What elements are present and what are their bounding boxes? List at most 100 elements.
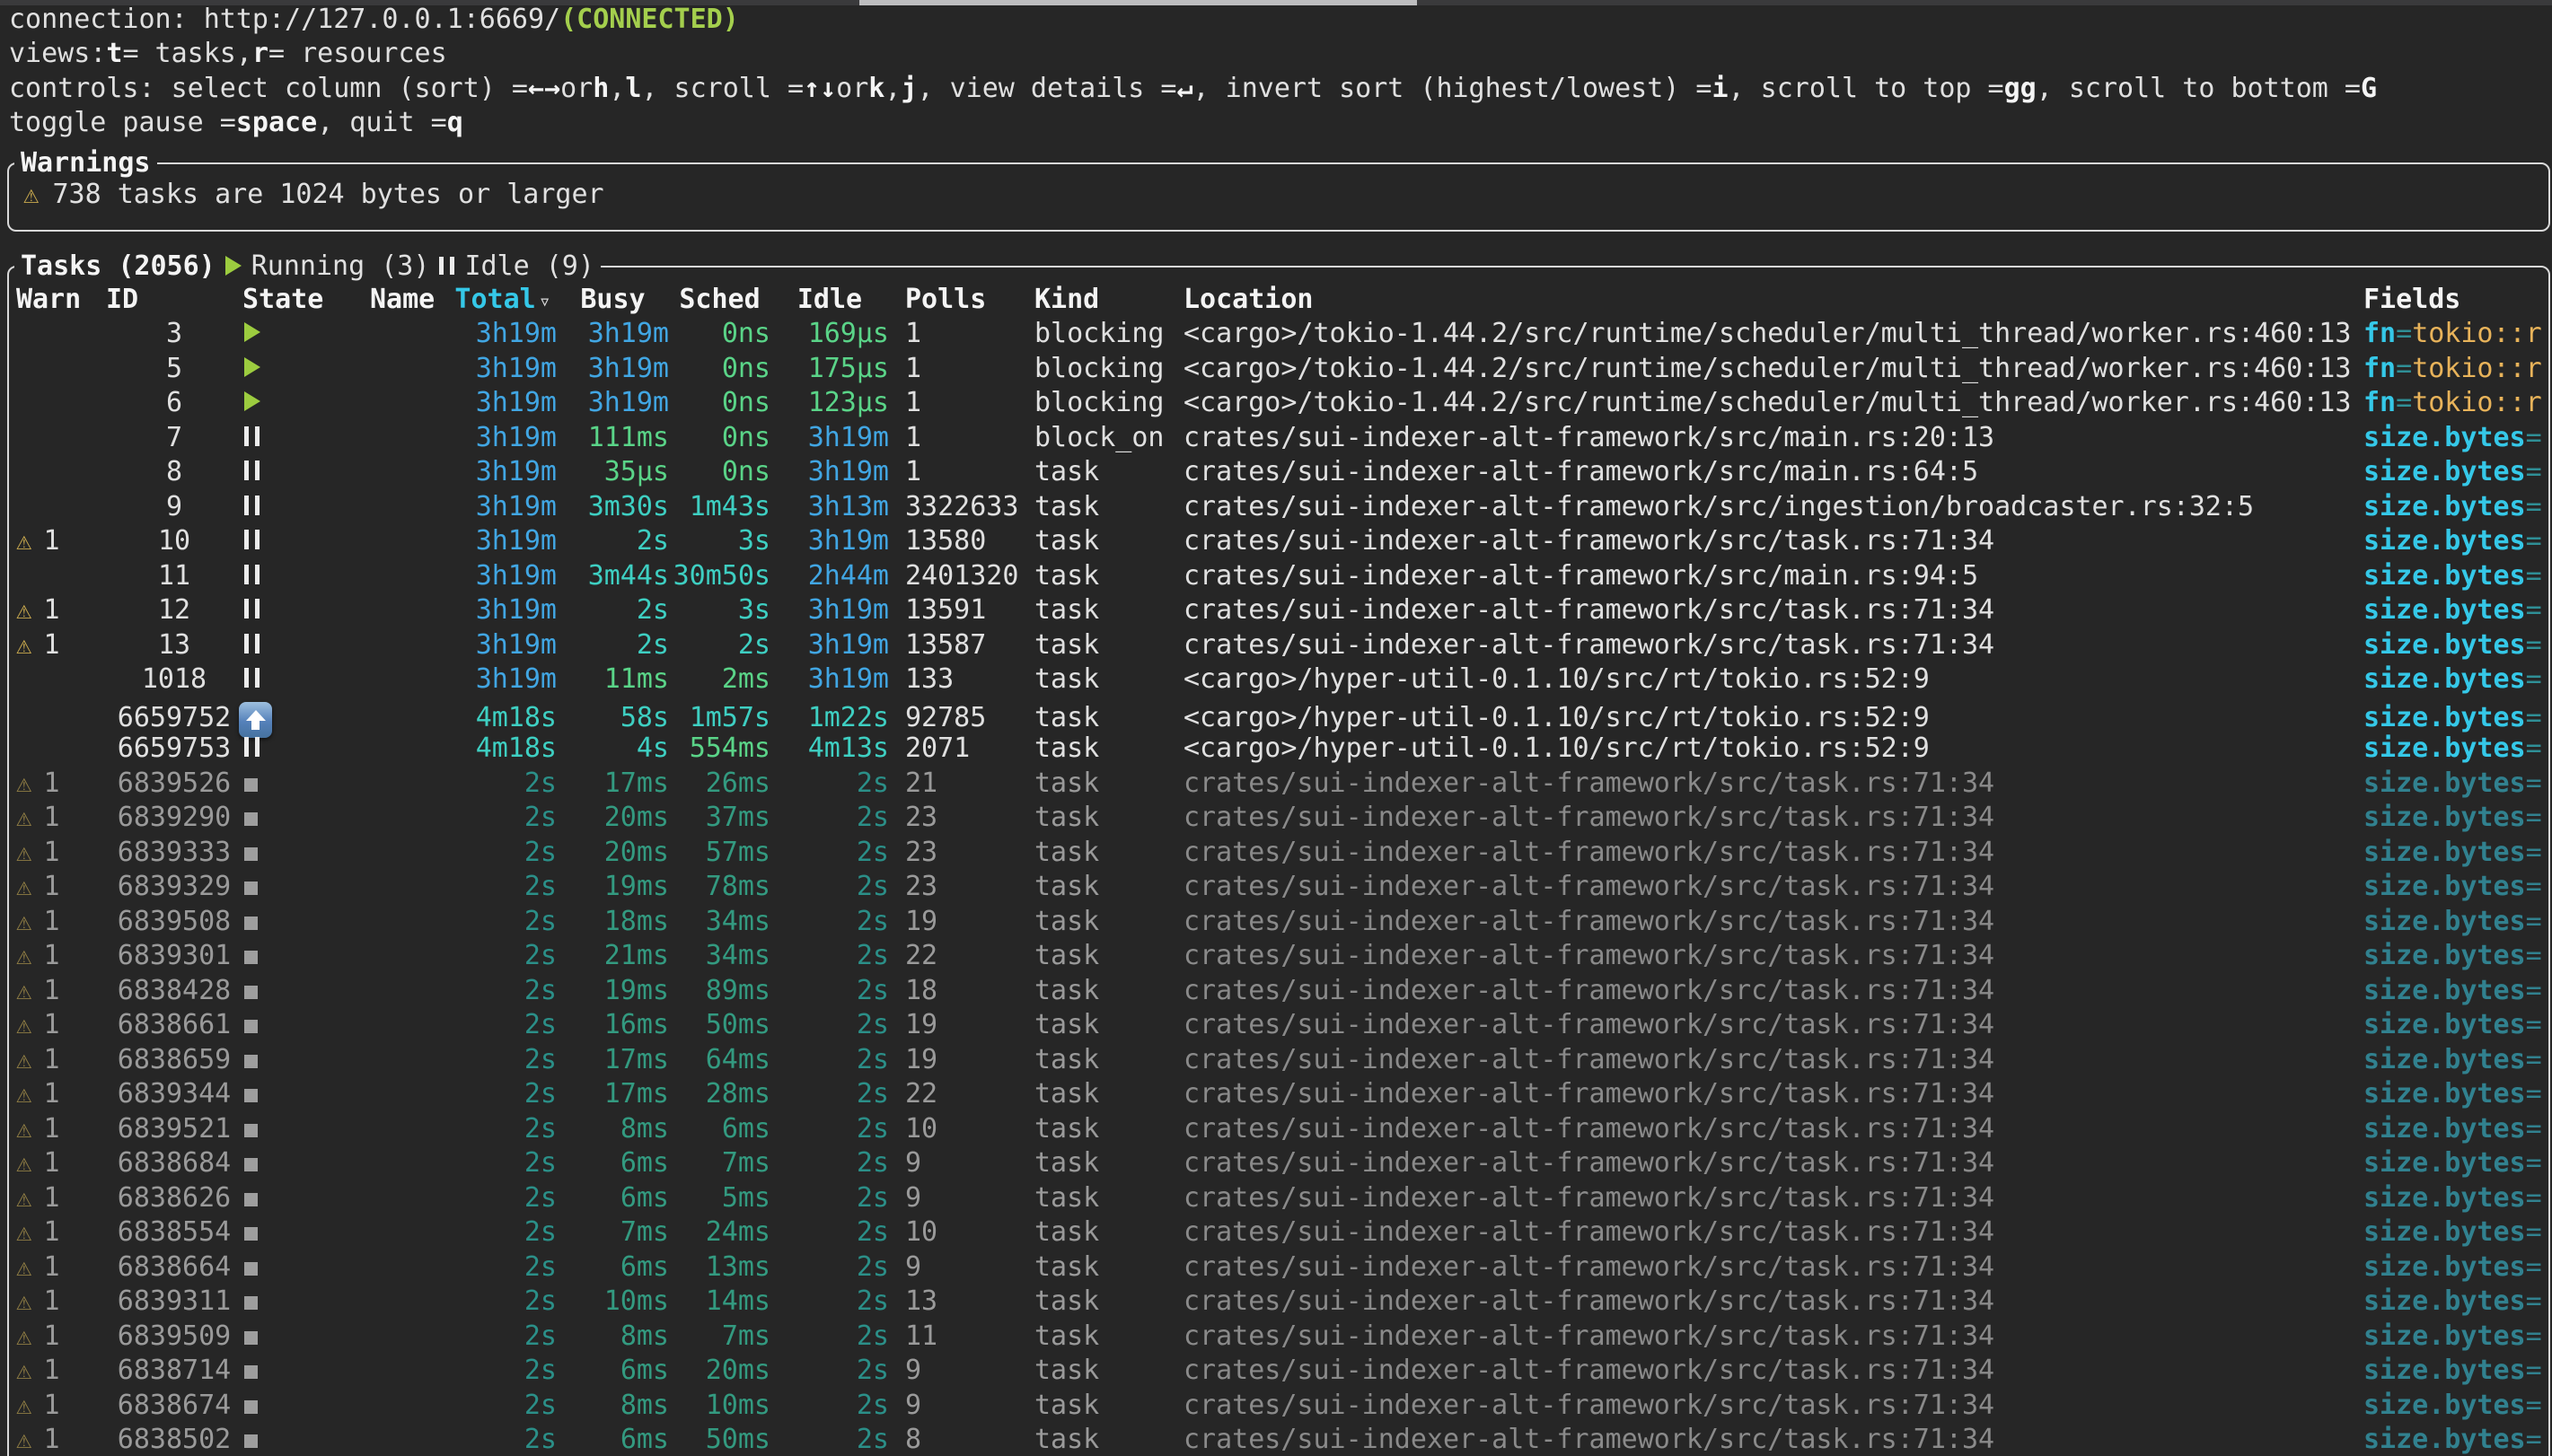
cell-warn: ⚠1 bbox=[9, 594, 90, 626]
column-header-polls[interactable]: Polls bbox=[889, 284, 1034, 315]
cell-total: 2s bbox=[449, 1044, 557, 1075]
cell-kind: task bbox=[1034, 629, 1184, 661]
cell-polls: 2071 bbox=[889, 732, 1034, 764]
cell-sched: 10ms bbox=[669, 1390, 770, 1421]
cell-kind: task bbox=[1034, 1285, 1184, 1317]
task-row[interactable]: 73h19m111ms0ns3h19m1block_oncrates/sui-i… bbox=[9, 420, 2545, 455]
cell-state bbox=[232, 1216, 359, 1248]
cell-location: crates/sui-indexer-alt-framework/src/tas… bbox=[1184, 837, 2363, 868]
cell-total: 2s bbox=[449, 1320, 557, 1352]
task-row[interactable]: 66597524m18s58s1m57s1m22s92785task<cargo… bbox=[9, 697, 2545, 732]
column-header-warn[interactable]: Warn bbox=[9, 284, 90, 315]
task-row[interactable]: ⚠1103h19m2s3s3h19m13580taskcrates/sui-in… bbox=[9, 524, 2545, 559]
cell-location: crates/sui-indexer-alt-framework/src/tas… bbox=[1184, 1044, 2363, 1075]
column-header-busy[interactable]: Busy bbox=[557, 284, 669, 315]
cell-polls: 3322633 bbox=[889, 491, 1034, 522]
cell-polls: 23 bbox=[889, 871, 1034, 902]
task-row[interactable]: 93h19m3m30s1m43s3h13m3322633taskcrates/s… bbox=[9, 489, 2545, 524]
task-row[interactable]: ⚠168386592s17ms64ms2s19taskcrates/sui-in… bbox=[9, 1042, 2545, 1077]
warn-count: 1 bbox=[43, 1182, 59, 1214]
task-row[interactable]: ⚠168395082s18ms34ms2s19taskcrates/sui-in… bbox=[9, 904, 2545, 939]
column-header-loc[interactable]: Location bbox=[1184, 284, 2363, 315]
cell-location: <cargo>/hyper-util-0.1.10/src/rt/tokio.r… bbox=[1184, 663, 2363, 695]
cell-location: crates/sui-indexer-alt-framework/src/tas… bbox=[1184, 871, 2363, 902]
field-key: size.bytes bbox=[2363, 702, 2526, 733]
cell-busy: 10ms bbox=[557, 1285, 669, 1317]
task-row[interactable]: ⚠168393442s17ms28ms2s22taskcrates/sui-in… bbox=[9, 1077, 2545, 1112]
column-header-state[interactable]: State bbox=[232, 284, 359, 315]
task-row[interactable]: ⚠168392902s20ms37ms2s23taskcrates/sui-in… bbox=[9, 801, 2545, 836]
column-header-name[interactable]: Name bbox=[359, 284, 449, 315]
cell-idle: 1m22s bbox=[770, 702, 889, 733]
task-row[interactable]: ⚠168395262s17ms26ms2s21taskcrates/sui-in… bbox=[9, 766, 2545, 801]
column-header-id[interactable]: ID bbox=[90, 284, 232, 315]
task-row[interactable]: 63h19m3h19m0ns123µs1blocking<cargo>/toki… bbox=[9, 386, 2545, 421]
cell-fields: fn=tokio::r bbox=[2363, 387, 2545, 418]
task-row[interactable]: ⚠168393332s20ms57ms2s23taskcrates/sui-in… bbox=[9, 835, 2545, 870]
field-equals: = bbox=[2526, 560, 2542, 592]
task-row[interactable]: ⚠168386642s6ms13ms2s9taskcrates/sui-inde… bbox=[9, 1250, 2545, 1285]
warning-triangle-icon: ⚠ bbox=[16, 943, 31, 969]
task-row[interactable]: ⚠168386842s6ms7ms2s9taskcrates/sui-index… bbox=[9, 1146, 2545, 1181]
header-text: , scroll to bottom = bbox=[2037, 73, 2361, 104]
cell-location: crates/sui-indexer-alt-framework/src/mai… bbox=[1184, 456, 2363, 487]
cell-fields: size.bytes= bbox=[2363, 1216, 2545, 1248]
task-row[interactable]: ⚠168393012s21ms34ms2s22taskcrates/sui-in… bbox=[9, 939, 2545, 974]
task-row[interactable]: ⚠168385542s7ms24ms2s10taskcrates/sui-ind… bbox=[9, 1215, 2545, 1250]
task-row[interactable]: 33h19m3h19m0ns169µs1blocking<cargo>/toki… bbox=[9, 317, 2545, 352]
task-row[interactable]: ⚠168386262s6ms5ms2s9taskcrates/sui-index… bbox=[9, 1180, 2545, 1215]
task-row[interactable]: 83h19m35µs0ns3h19m1taskcrates/sui-indexe… bbox=[9, 455, 2545, 490]
cell-kind: task bbox=[1034, 456, 1184, 487]
task-row[interactable]: ⚠1123h19m2s3s3h19m13591taskcrates/sui-in… bbox=[9, 593, 2545, 628]
task-row[interactable]: ⚠168393112s10ms14ms2s13taskcrates/sui-in… bbox=[9, 1285, 2545, 1320]
task-row[interactable]: ⚠168395212s8ms6ms2s10taskcrates/sui-inde… bbox=[9, 1111, 2545, 1146]
task-row[interactable]: ⚠168384282s19ms89ms2s18taskcrates/sui-in… bbox=[9, 973, 2545, 1008]
column-header-idle[interactable]: Idle bbox=[770, 284, 889, 315]
task-row[interactable]: 66597534m18s4s554ms4m13s2071task<cargo>/… bbox=[9, 732, 2545, 767]
task-row[interactable]: ⚠168385022s6ms50ms2s8taskcrates/sui-inde… bbox=[9, 1423, 2545, 1456]
column-header-fields[interactable]: Fields bbox=[2363, 284, 2545, 315]
key-hint: space bbox=[236, 107, 317, 138]
task-row[interactable]: ⚠168386742s8ms10ms2s9taskcrates/sui-inde… bbox=[9, 1388, 2545, 1423]
cell-idle: 2s bbox=[770, 940, 889, 971]
cell-polls: 92785 bbox=[889, 702, 1034, 733]
task-row[interactable]: ⚠1133h19m2s2s3h19m13587taskcrates/sui-in… bbox=[9, 627, 2545, 662]
idle-state-icon bbox=[244, 530, 260, 549]
header-line-3: toggle pause = space, quit = q bbox=[9, 106, 2552, 141]
task-row[interactable]: 10183h19m11ms2ms3h19m133task<cargo>/hype… bbox=[9, 662, 2545, 697]
field-equals: = bbox=[2526, 491, 2542, 522]
cell-warn: ⚠1 bbox=[9, 1424, 90, 1455]
column-header-sched[interactable]: Sched bbox=[669, 284, 770, 315]
warning-triangle-icon: ⚠ bbox=[16, 1047, 31, 1073]
column-header-total[interactable]: Total▿ bbox=[449, 284, 557, 315]
cell-polls: 9 bbox=[889, 1182, 1034, 1214]
cell-sched: 14ms bbox=[669, 1285, 770, 1317]
tasks-count-label: Tasks (2056) bbox=[21, 250, 216, 282]
task-row[interactable]: 53h19m3h19m0ns175µs1blocking<cargo>/toki… bbox=[9, 351, 2545, 386]
warnings-panel: Warnings ⚠ 738 tasks are 1024 bytes or l… bbox=[7, 162, 2550, 232]
cell-idle: 3h19m bbox=[770, 422, 889, 453]
idle-state-icon bbox=[244, 668, 260, 688]
column-header-kind[interactable]: Kind bbox=[1034, 284, 1184, 315]
field-equals: = bbox=[2526, 1078, 2542, 1110]
task-row[interactable]: 113h19m3m44s30m50s2h44m2401320taskcrates… bbox=[9, 558, 2545, 593]
task-row[interactable]: ⚠168387142s6ms20ms2s9taskcrates/sui-inde… bbox=[9, 1354, 2545, 1389]
header-line-2: controls: select column (sort) = ←→ or h… bbox=[9, 71, 2552, 106]
cell-warn: ⚠1 bbox=[9, 525, 90, 557]
cell-fields: size.bytes= bbox=[2363, 1182, 2545, 1214]
cell-warn: ⚠1 bbox=[9, 871, 90, 902]
cell-fields: size.bytes= bbox=[2363, 767, 2545, 799]
task-row[interactable]: ⚠168395092s8ms7ms2s11taskcrates/sui-inde… bbox=[9, 1319, 2545, 1354]
idle-state-icon bbox=[244, 599, 260, 618]
cell-state bbox=[232, 353, 359, 384]
cell-idle: 3h13m bbox=[770, 491, 889, 522]
cell-kind: task bbox=[1034, 837, 1184, 868]
cell-polls: 9 bbox=[889, 1147, 1034, 1179]
cell-state bbox=[232, 1424, 359, 1455]
warnings-title-label: Warnings bbox=[21, 147, 151, 179]
task-row[interactable]: ⚠168386612s16ms50ms2s19taskcrates/sui-in… bbox=[9, 1008, 2545, 1043]
cell-sched: 7ms bbox=[669, 1320, 770, 1352]
task-row[interactable]: ⚠168393292s19ms78ms2s23taskcrates/sui-in… bbox=[9, 870, 2545, 905]
cell-total: 3h19m bbox=[449, 594, 557, 626]
header-text: toggle pause = bbox=[9, 107, 236, 138]
